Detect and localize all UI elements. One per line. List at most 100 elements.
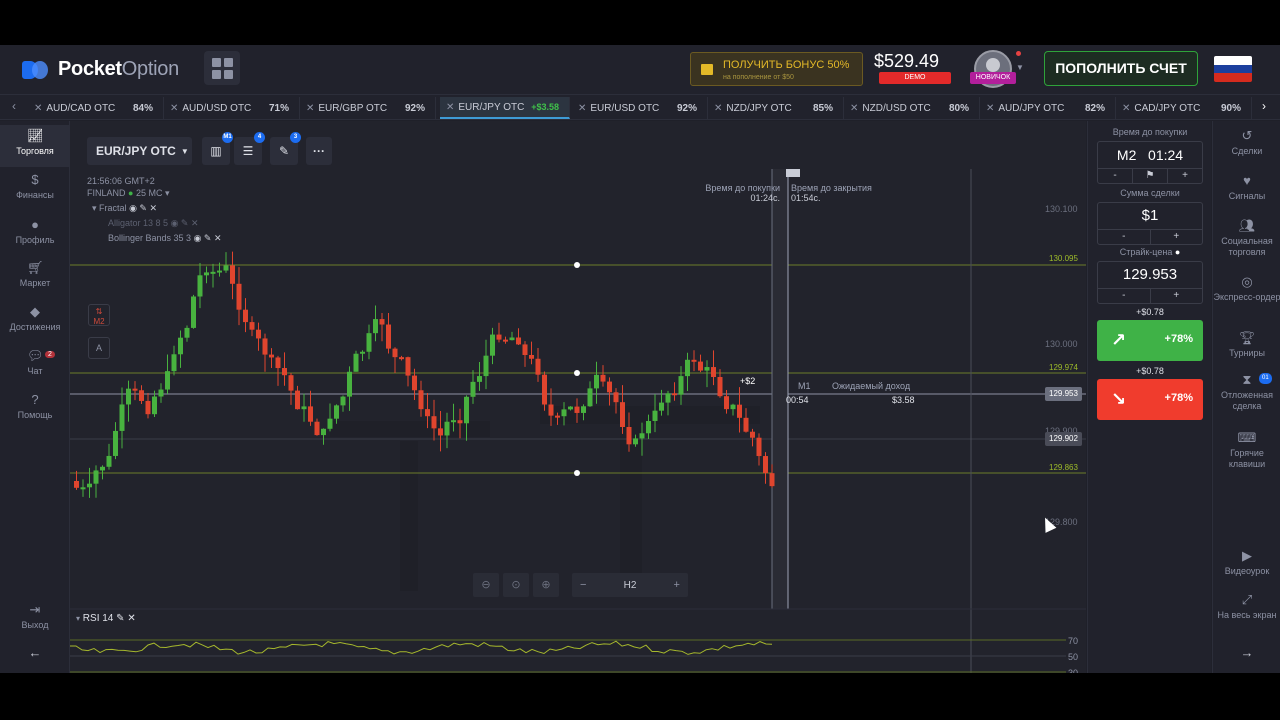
nav-fullscreen[interactable]: ⤢ На весь экран: [1213, 593, 1280, 621]
flag-icon[interactable]: ⚑: [1132, 169, 1167, 183]
strike-minus-button[interactable]: -: [1098, 289, 1150, 303]
chevron-down-icon: ▾: [76, 614, 81, 623]
close-icon[interactable]: ✕: [1122, 103, 1130, 114]
tool-text[interactable]: A: [88, 337, 110, 359]
strike-value[interactable]: 129.953: [1098, 262, 1202, 288]
asset-tab[interactable]: ✕ CAD/JPY OTC 90%: [1116, 97, 1252, 119]
level-handle[interactable]: [574, 262, 580, 268]
timeframe-value[interactable]: H2: [624, 580, 637, 591]
collapse-arrow-icon[interactable]: ←: [0, 645, 70, 673]
candle-body: [275, 357, 281, 369]
language-flag[interactable]: [1214, 56, 1252, 82]
candle-body: [405, 357, 411, 376]
demo-badge[interactable]: DEMO: [879, 72, 951, 84]
nav-signals[interactable]: ♥ Сигналы: [1213, 174, 1280, 202]
rsi-indicator-row[interactable]: ▾ RSI 14 ✎ ✕: [76, 613, 136, 624]
nav-finance[interactable]: $ Финансы: [0, 169, 70, 211]
indicators-button[interactable]: ☰ 4: [234, 132, 265, 165]
more-button[interactable]: ···: [306, 137, 332, 165]
account-balance[interactable]: $529.49: [874, 51, 939, 72]
strike-input[interactable]: 129.953 - +: [1097, 261, 1203, 304]
indicator-actions[interactable]: ◉ ✎ ✕: [194, 233, 222, 243]
candle-body: [470, 381, 476, 397]
close-icon[interactable]: ✕: [850, 103, 858, 114]
time-input[interactable]: M2 01:24 - ⚑ +: [1097, 141, 1203, 184]
chevron-down-icon[interactable]: ▼: [1016, 63, 1024, 72]
indicator-row[interactable]: Alligator 13 8 5 ◉ ✎ ✕: [108, 218, 199, 229]
toggle-dot-icon[interactable]: ●: [1175, 247, 1180, 257]
amount-value[interactable]: $1: [1098, 203, 1202, 229]
nav-video-lesson[interactable]: ▶ Видеоурок: [1213, 549, 1280, 577]
nav-trading[interactable]: 📈︎ Торговля: [0, 125, 70, 167]
chart-area[interactable]: 130.100 130.000 129.900 129.800 70 50 30…: [70, 121, 1086, 673]
nav-chat[interactable]: 💬︎ Чат 2: [0, 345, 70, 387]
nav-achievements[interactable]: ◆ Достижения: [0, 301, 70, 343]
candle-body: [691, 359, 697, 362]
apps-grid-button[interactable]: [204, 51, 240, 85]
level-handle[interactable]: [574, 370, 580, 376]
indicator-row[interactable]: ▾ Fractal ◉ ✎ ✕: [92, 203, 157, 214]
nav-tournaments[interactable]: 🏆︎ Турниры: [1213, 331, 1280, 359]
more-icon: ···: [313, 144, 325, 158]
arrow-up-right-icon: ↗: [1111, 330, 1127, 350]
amount-input[interactable]: $1 - +: [1097, 202, 1203, 245]
asset-tab[interactable]: ✕ EUR/GBP OTC 92%: [300, 97, 436, 119]
tool-m2[interactable]: ⇅ M2: [88, 304, 110, 326]
zoom-out-icon[interactable]: ⊖: [473, 573, 499, 597]
drawings-button[interactable]: ✎ 3: [270, 132, 301, 165]
nav-help[interactable]: ? Помощь: [0, 389, 70, 431]
asset-tab[interactable]: ✕ AUD/USD OTC 71%: [164, 97, 300, 119]
time-value[interactable]: M2 01:24: [1098, 142, 1202, 168]
close-icon[interactable]: ✕: [578, 103, 586, 114]
asset-tab[interactable]: ✕ NZD/JPY OTC 85%: [708, 97, 844, 119]
close-icon[interactable]: ✕: [34, 103, 42, 114]
amount-minus-button[interactable]: -: [1098, 230, 1150, 244]
chevron-left-icon[interactable]: ‹: [12, 99, 16, 113]
bonus-title: ПОЛУЧИТЬ БОНУС 50%: [723, 59, 850, 71]
close-icon[interactable]: ✕: [170, 103, 178, 114]
time-minus-button[interactable]: -: [1098, 169, 1132, 183]
asset-tab[interactable]: ✕ AUD/CAD OTC 84%: [28, 97, 164, 119]
nav-logout[interactable]: ⇥ Выход: [0, 599, 70, 641]
call-button[interactable]: ↗ +78%: [1097, 320, 1203, 361]
chart-type-button[interactable]: ▥ M1: [202, 132, 233, 165]
chevron-right-icon[interactable]: ›: [1262, 99, 1266, 113]
indicator-actions[interactable]: ◉ ✎ ✕: [171, 218, 199, 228]
timeframe-increase-button[interactable]: +: [674, 579, 680, 591]
nav-profile[interactable]: ● Профиль: [0, 214, 70, 256]
amount-plus-button[interactable]: +: [1149, 230, 1203, 244]
asset-tab-active[interactable]: ✕ EUR/JPY OTC +$3.58: [440, 97, 570, 119]
right-sidebar: ↺ Сделки ♥ Сигналы 👥︎ Социальная торговля ◎…: [1212, 121, 1280, 673]
bonus-banner[interactable]: ПОЛУЧИТЬ БОНУС 50% на пополнение от $50: [690, 52, 863, 86]
candle-body: [301, 406, 307, 410]
zoom-in-icon[interactable]: ⊕: [533, 573, 559, 597]
nav-pending-trade[interactable]: ⧗ 01 Отложенная сделка: [1213, 373, 1280, 412]
strike-plus-button[interactable]: +: [1149, 289, 1203, 303]
expand-arrow-icon[interactable]: →: [1213, 646, 1280, 659]
nav-social-trading[interactable]: 👥︎ Социальная торговля: [1213, 219, 1280, 258]
timeframe-decrease-button[interactable]: −: [580, 579, 586, 591]
time-plus-button[interactable]: +: [1167, 169, 1202, 183]
nav-market[interactable]: 🛒︎ Маркет: [0, 257, 70, 299]
indicator-actions[interactable]: ◉ ✎ ✕: [129, 203, 157, 213]
trade-tag-amount[interactable]: +$2: [740, 376, 755, 386]
indicator-actions[interactable]: ✎ ✕: [116, 613, 136, 624]
close-icon[interactable]: ✕: [714, 103, 722, 114]
deposit-button[interactable]: ПОПОЛНИТЬ СЧЕТ: [1044, 51, 1198, 86]
asset-tab[interactable]: ✕ AUD/JPY OTC 82%: [980, 97, 1116, 119]
close-icon[interactable]: ✕: [306, 103, 314, 114]
close-icon[interactable]: ✕: [446, 102, 454, 113]
symbol-selector[interactable]: EUR/JPY OTC ▼: [87, 137, 192, 165]
asset-tab[interactable]: ✕ NZD/USD OTC 80%: [844, 97, 980, 119]
indicator-row[interactable]: Bollinger Bands 35 3 ◉ ✎ ✕: [108, 233, 222, 244]
nav-trades[interactable]: ↺ Сделки: [1213, 129, 1280, 157]
level-handle[interactable]: [574, 470, 580, 476]
flag-stripe-white: [1214, 56, 1252, 65]
zoom-reset-icon[interactable]: ⊙: [503, 573, 529, 597]
asset-tab[interactable]: ✕ EUR/USD OTC 92%: [572, 97, 708, 119]
close-icon[interactable]: ✕: [986, 103, 994, 114]
logo[interactable]: PocketOption: [22, 58, 179, 81]
put-button[interactable]: ↘ +78%: [1097, 379, 1203, 420]
nav-hotkeys[interactable]: ⌨ Горячие клавиши: [1213, 431, 1280, 470]
nav-express-order[interactable]: ◎ Экспресс-ордер: [1213, 275, 1280, 303]
